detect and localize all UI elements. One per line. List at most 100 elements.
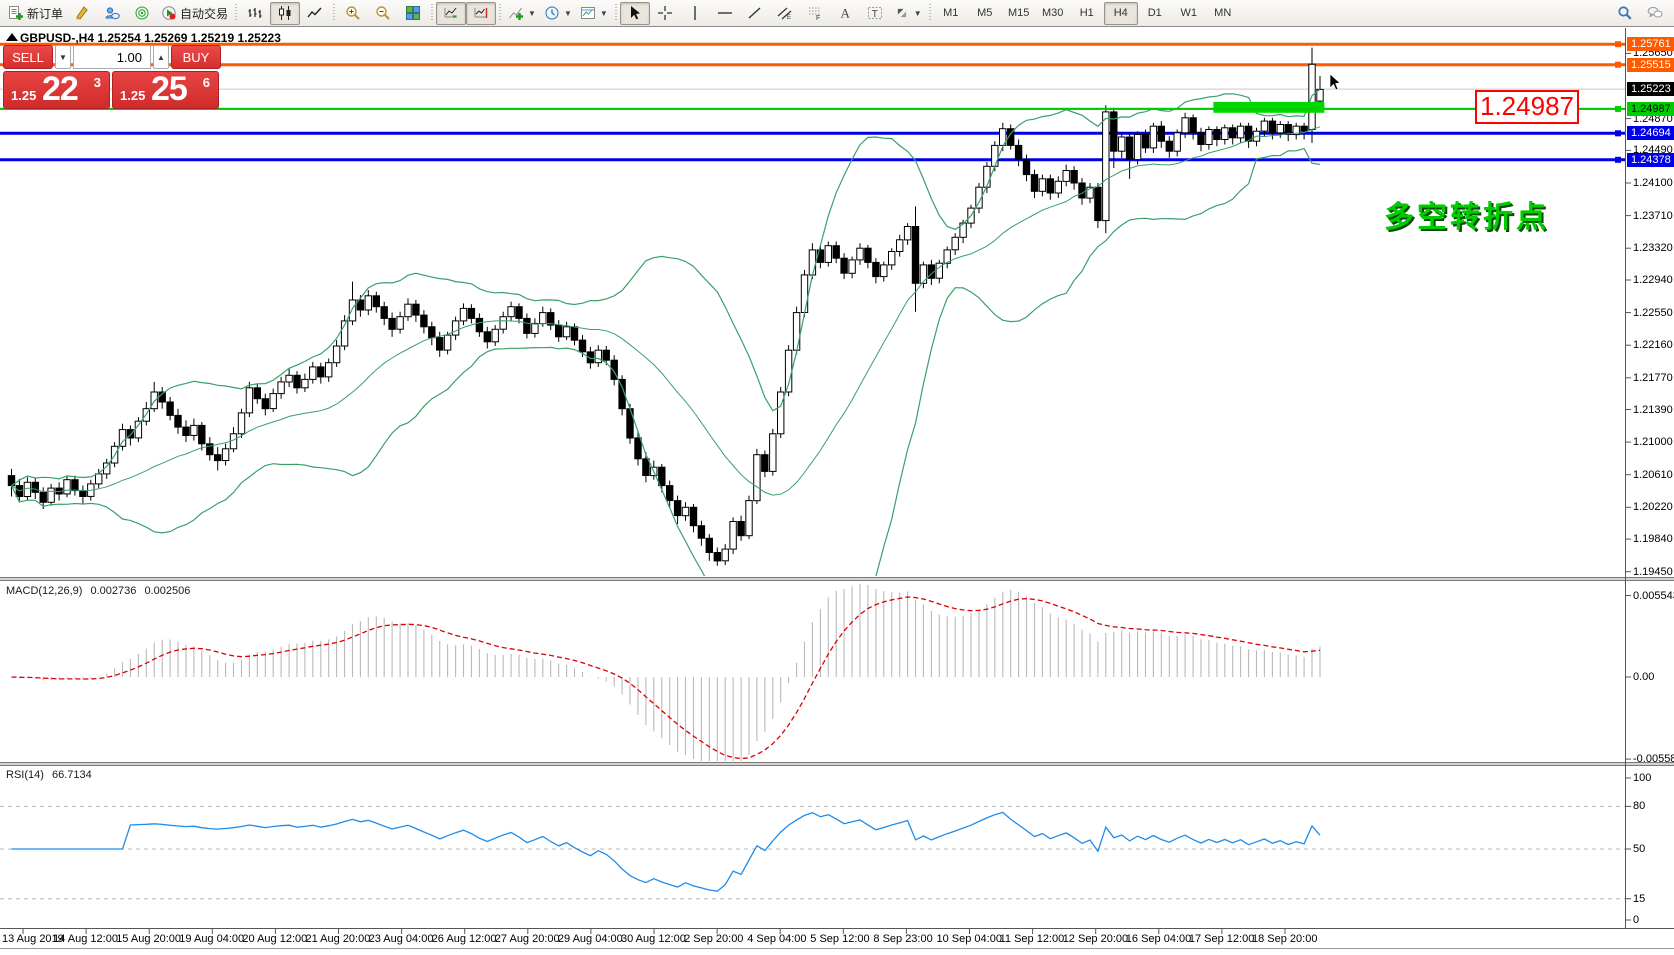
new-order-icon <box>8 5 24 21</box>
svg-text:T: T <box>872 9 878 20</box>
tile-windows-button[interactable] <box>398 2 428 25</box>
bar-chart-button[interactable] <box>240 2 270 25</box>
rsi-value: 66.7134 <box>52 769 92 781</box>
chevron-down-icon: ▼ <box>564 9 572 18</box>
sell-price-box[interactable]: 1.25 22 3 <box>3 71 110 109</box>
chart-canvas[interactable] <box>0 0 1674 955</box>
time-axis-label: 19 Aug 04:00 <box>179 933 244 945</box>
price-callout-box[interactable]: 1.24987 <box>1475 90 1579 124</box>
templates-button[interactable]: ▼ <box>576 2 612 25</box>
buy-price-sup: 6 <box>203 75 210 90</box>
time-axis-label: 30 Aug 12:00 <box>621 933 686 945</box>
indicators-button[interactable]: ▼ <box>504 2 540 25</box>
volume-up-button[interactable]: ▲ <box>153 45 169 69</box>
metaeditor-icon <box>74 5 90 21</box>
volume-input[interactable]: 1.00 <box>73 45 151 69</box>
chat-icon <box>1647 5 1663 21</box>
timeframe-m1-button[interactable]: M1 <box>934 2 968 25</box>
periods-icon <box>544 5 560 21</box>
timeframe-m5-button[interactable]: M5 <box>968 2 1002 25</box>
periods-button[interactable]: ▼ <box>540 2 576 25</box>
timeframe-m15-button[interactable]: M15 <box>1002 2 1036 25</box>
time-axis-label: 26 Aug 12:00 <box>432 933 497 945</box>
new-order-button[interactable]: 新订单 <box>4 2 67 25</box>
fibonacci-button[interactable]: F <box>800 2 830 25</box>
price-badge: 1.24987 <box>1627 102 1674 116</box>
shapes-icon <box>894 5 910 21</box>
toolbar-grip <box>499 4 501 22</box>
equidistant-channel-button[interactable]: E <box>770 2 800 25</box>
price-tick: 1.19450 <box>1633 566 1673 578</box>
text-label-button[interactable]: T <box>860 2 890 25</box>
time-axis-label: 8 Sep 23:00 <box>873 933 932 945</box>
price-tick: 1.24100 <box>1633 177 1673 189</box>
macd-axis-label: -0.005583 <box>1633 753 1674 765</box>
one-click-trading-panel: SELL ▼ 1.00 ▲ BUY 1.25 22 3 1.25 25 6 <box>3 45 221 109</box>
time-axis-label: 21 Aug 20:00 <box>306 933 371 945</box>
symbol-marker-icon <box>6 33 18 41</box>
auto-scroll-button[interactable] <box>436 2 466 25</box>
time-axis-label: 2 Sep 20:00 <box>684 933 743 945</box>
chat-button[interactable] <box>1640 2 1670 25</box>
timeframe-h1-button[interactable]: H1 <box>1070 2 1104 25</box>
highlight-zone[interactable] <box>1213 102 1324 113</box>
price-tick: 1.22160 <box>1633 339 1673 351</box>
sell-price-big: 22 <box>42 71 78 109</box>
rsi-indicator-label: RSI(14) 66.7134 <box>6 769 97 781</box>
auto-scroll-icon <box>443 5 459 21</box>
candle-chart-button[interactable] <box>270 2 300 25</box>
zoom-out-button[interactable] <box>368 2 398 25</box>
toolbar: 新订单 自动交易 ▼ ▼ ▼ E F A T ▼ M1M5M15M30H1H4D1W1MN <box>0 0 1674 27</box>
trendline-button[interactable] <box>740 2 770 25</box>
tile-windows-icon <box>405 5 421 21</box>
price-tick: 1.19840 <box>1633 533 1673 545</box>
zoom-out-icon <box>375 5 391 21</box>
macd-name: MACD(12,26,9) <box>6 585 82 597</box>
arrows-button[interactable]: ▼ <box>890 2 926 25</box>
line-chart-button[interactable] <box>300 2 330 25</box>
time-axis-label: 18 Sep 20:00 <box>1252 933 1317 945</box>
buy-price-box[interactable]: 1.25 25 6 <box>112 71 219 109</box>
chart-shift-button[interactable] <box>466 2 496 25</box>
chart-title: GBPUSD-,H4 1.25254 1.25269 1.25219 1.252… <box>20 31 281 45</box>
svg-text:F: F <box>816 15 820 21</box>
macd-axis-label: 0.005543 <box>1633 590 1674 602</box>
autotrade-button[interactable]: 自动交易 <box>157 2 232 25</box>
search-icon <box>1617 5 1633 21</box>
timeframe-m30-button[interactable]: M30 <box>1036 2 1070 25</box>
toolbar-grip <box>431 4 433 22</box>
price-tick: 1.22940 <box>1633 274 1673 286</box>
zoom-in-button[interactable] <box>338 2 368 25</box>
signals-icon <box>134 5 150 21</box>
search-button[interactable] <box>1610 2 1640 25</box>
chevron-down-icon: ▼ <box>600 9 608 18</box>
community-button[interactable] <box>97 2 127 25</box>
vline-icon <box>687 5 703 21</box>
timeframe-d1-button[interactable]: D1 <box>1138 2 1172 25</box>
price-tick: 1.22550 <box>1633 307 1673 319</box>
crosshair-button[interactable] <box>650 2 680 25</box>
time-axis-label: 14 Aug 12:00 <box>53 933 118 945</box>
sell-button[interactable]: SELL <box>3 45 53 69</box>
buy-button[interactable]: BUY <box>171 45 221 69</box>
price-tick: 1.23710 <box>1633 210 1673 222</box>
channel-icon: E <box>777 5 793 21</box>
horizontal-line-button[interactable] <box>710 2 740 25</box>
metaeditor-button[interactable] <box>67 2 97 25</box>
timeframe-h4-button[interactable]: H4 <box>1104 2 1138 25</box>
price-tick: 1.23320 <box>1633 242 1673 254</box>
time-axis-label: 4 Sep 04:00 <box>747 933 806 945</box>
volume-down-button[interactable]: ▼ <box>55 45 71 69</box>
price-tick: 1.21390 <box>1633 404 1673 416</box>
turning-point-text[interactable]: 多空转折点 <box>1384 192 1549 236</box>
price-badge: 1.24694 <box>1627 126 1674 140</box>
vertical-line-button[interactable] <box>680 2 710 25</box>
timeframe-mn-button[interactable]: MN <box>1206 2 1240 25</box>
cursor-button[interactable] <box>620 2 650 25</box>
text-button[interactable]: A <box>830 2 860 25</box>
bars-icon <box>247 5 263 21</box>
time-axis-label: 29 Aug 04:00 <box>558 933 623 945</box>
time-axis-label: 16 Sep 04:00 <box>1126 933 1191 945</box>
timeframe-w1-button[interactable]: W1 <box>1172 2 1206 25</box>
signals-button[interactable] <box>127 2 157 25</box>
